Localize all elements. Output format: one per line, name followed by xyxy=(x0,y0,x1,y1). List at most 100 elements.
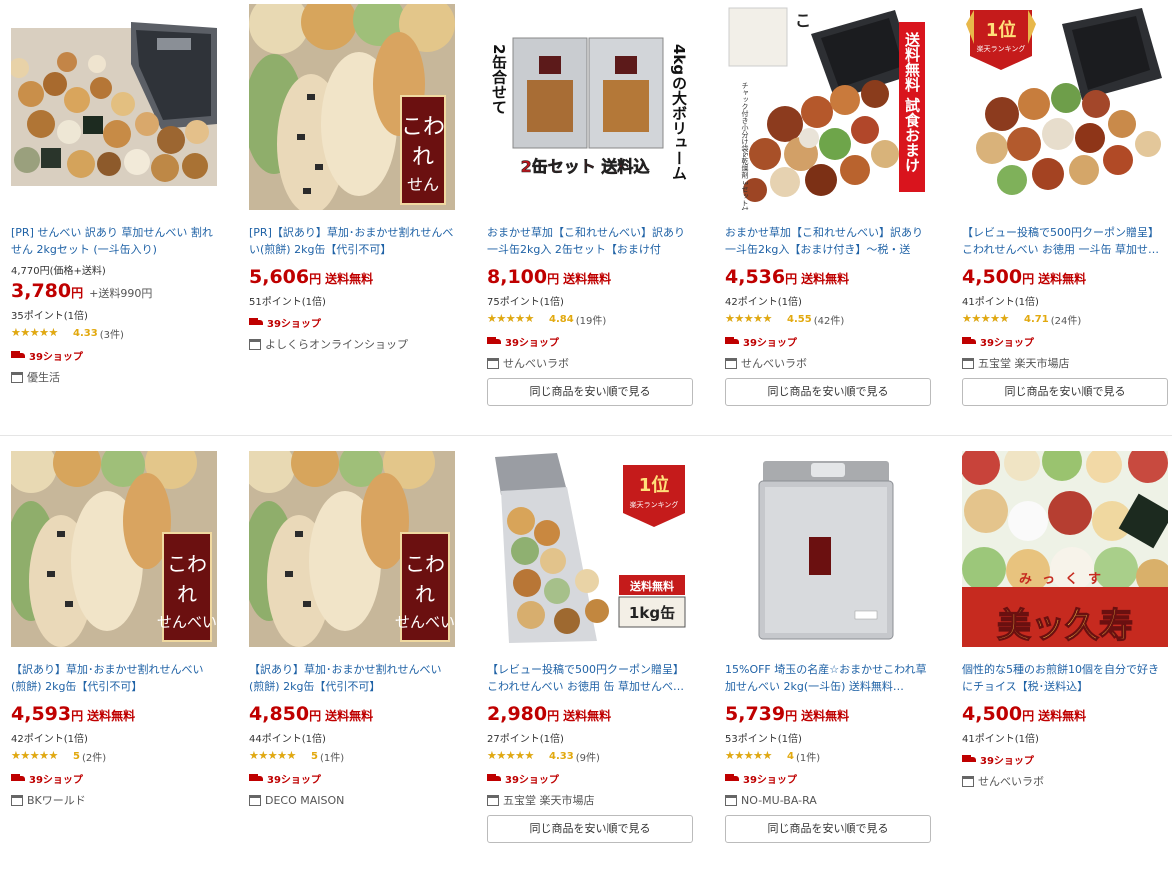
ship-label: 39ショップ xyxy=(980,755,1034,767)
price: 3,780 xyxy=(11,280,72,302)
product-image[interactable] xyxy=(725,451,931,647)
shop-39-badge: 39ショップ xyxy=(487,771,693,786)
points: 51ポイント(1倍) xyxy=(249,297,326,308)
product-title-link[interactable]: 15%OFF 埼玉の名産☆おまかせこわれ草加せんべい 2kg(一斗缶) 送料無料… xyxy=(725,661,931,695)
points: 27ポイント(1倍) xyxy=(487,734,564,745)
product-title-link[interactable]: おまかせ草加【こ和れせんべい】訳あり一斗缶2kg入【おまけ付き】～税・送料… xyxy=(725,224,931,258)
rating[interactable]: ★★★★★ ★★★★★ 5 (2件) xyxy=(11,749,217,764)
price-line: 5,739 円 送料無料 xyxy=(725,703,931,727)
shop-39-badge: 39ショップ xyxy=(11,348,217,363)
price-line: 8,100 円 送料無料 xyxy=(487,266,693,290)
product-grid: [PR] せんべい 訳あり 草加せんべい 割れせん 2kgセット (一斗缶入り)… xyxy=(0,0,1172,877)
points: 53ポイント(1倍) xyxy=(725,734,802,745)
product-image[interactable]: こわ れ せんべい xyxy=(11,451,217,647)
product-card: [PR] せんべい 訳あり 草加せんべい 割れせん 2kgセット (一斗缶入り)… xyxy=(11,0,217,384)
truck-icon xyxy=(249,317,264,327)
price-line: 4,500 円 送料無料 xyxy=(962,703,1168,727)
truck-icon xyxy=(725,773,740,783)
rating[interactable]: ★★★★★ ★★★★★ 4.71 (24件) xyxy=(962,312,1168,327)
product-image[interactable]: こわ れ せんべい xyxy=(249,451,455,647)
image-text-rank: 1位 xyxy=(639,474,670,496)
store-icon xyxy=(962,357,974,369)
price-yen: 円 xyxy=(71,709,84,723)
shop-39-badge: 39ショップ xyxy=(249,315,455,330)
rating[interactable]: ★★★★★ ★★★★★ 4.33 (9件) xyxy=(487,749,693,764)
ship-label: 39ショップ xyxy=(29,774,83,786)
shop-name: 五宝堂 楽天市場店 xyxy=(978,357,1070,370)
shop-link[interactable]: せんべいラボ xyxy=(487,356,693,370)
image-text-rank-sub: 楽天ランキング xyxy=(630,500,679,509)
product-title-link[interactable]: [PR] せんべい 訳あり 草加せんべい 割れせん 2kgセット (一斗缶入り) xyxy=(11,224,217,258)
product-title-link[interactable]: おまかせ草加【こ和れせんべい】訳あり一斗缶2kg入 2缶セット【おまけ付き】… xyxy=(487,224,693,258)
image-text-small: チャック付き小分け袋&乾燥剤 3セット付 xyxy=(741,82,749,210)
image-text-bottom: 2缶セット 送料込 xyxy=(521,157,650,176)
star-rating-icon: ★★★★★ ★★★★★ xyxy=(487,312,534,325)
shop-link[interactable]: 五宝堂 楽天市場店 xyxy=(487,793,693,807)
compare-cheapest-button[interactable]: 同じ商品を安い順で見る xyxy=(487,815,693,843)
price: 5,606 xyxy=(249,266,310,288)
image-text-main: 美ッ久寿 xyxy=(997,606,1133,646)
shop-link[interactable]: せんべいラボ xyxy=(725,356,931,370)
product-title-link[interactable]: 【レビュー投稿で500円クーポン贈呈】こわれせんべい お徳用 缶 草加せんべ… xyxy=(487,661,693,695)
product-image[interactable]: 1位 楽天ランキング xyxy=(962,4,1168,210)
star-rating-icon: ★★★★★ ★★★★★ xyxy=(487,749,534,762)
free-shipping: 送料無料 xyxy=(801,272,850,286)
compare-cheapest-button[interactable]: 同じ商品を安い順で見る xyxy=(487,378,693,406)
product-image[interactable]: 1位 楽天ランキング 送料無料 1kg缶 xyxy=(487,451,693,647)
product-image[interactable]: 美ッ久寿 みっくす xyxy=(962,451,1168,647)
star-rating-icon: ★★★★★ ★★★★★ xyxy=(962,312,1009,325)
rating-score: 5 xyxy=(73,750,80,762)
shop-link[interactable]: よしくらオンラインショップ xyxy=(249,337,455,351)
truck-icon xyxy=(487,773,502,783)
shop-link[interactable]: DECO MAISON xyxy=(249,793,455,807)
price-yen: 円 xyxy=(547,272,560,286)
shop-name: 優生活 xyxy=(27,371,60,384)
price: 4,850 xyxy=(249,703,310,725)
compare-cheapest-button[interactable]: 同じ商品を安い順で見る xyxy=(725,378,931,406)
svg-text:せんべい: せんべい xyxy=(157,613,217,631)
ship-label: 39ショップ xyxy=(505,337,559,349)
star-rating-icon: ★★★★★ ★★★★★ xyxy=(725,312,772,325)
product-image[interactable]: こわ れ せん xyxy=(249,4,455,210)
review-count: (42件) xyxy=(813,315,845,327)
shop-name: せんべいラボ xyxy=(741,357,807,370)
product-title-link[interactable]: 【訳あり】草加･おまかせ割れせんべい(煎餅) 2kg缶【代引不可】 xyxy=(249,661,455,695)
compare-cheapest-button[interactable]: 同じ商品を安い順で見る xyxy=(725,815,931,843)
product-card: 1位 楽天ランキング 【レビュー投稿で500円クーポン贈呈】こわれせんべい お徳… xyxy=(962,0,1168,406)
price-line: 5,606 円 送料無料 xyxy=(249,266,455,290)
product-title-link[interactable]: 個性的な5種のお煎餅10個を自分で好きにチョイス【税･送料込】 xyxy=(962,661,1168,695)
rating[interactable]: ★★★★★ ★★★★★ 4.55 (42件) xyxy=(725,312,931,327)
truck-icon xyxy=(249,773,264,783)
product-image[interactable]: 2缶合せて 4kgの大ボリューム 2缶セット 送料込 xyxy=(487,4,693,210)
truck-icon xyxy=(962,336,977,346)
shop-link[interactable]: 優生活 xyxy=(11,370,217,384)
price: 4,593 xyxy=(11,703,72,725)
product-image[interactable]: こ チャック付き小分け袋&乾燥剤 3セット付 送料無料 試食おまけ xyxy=(725,4,931,210)
review-count: (9件) xyxy=(575,752,600,764)
shop-link[interactable]: 五宝堂 楽天市場店 xyxy=(962,356,1168,370)
rating[interactable]: ★★★★★ ★★★★★ 4.33 (3件) xyxy=(11,326,217,341)
product-title-link[interactable]: 【レビュー投稿で500円クーポン贈呈】こわれせんべい お徳用 一斗缶 草加せ… xyxy=(962,224,1168,258)
image-text-right: 4kgの大ボリューム xyxy=(670,44,688,180)
rating[interactable]: ★★★★★ ★★★★★ 5 (1件) xyxy=(249,749,455,764)
shop-link[interactable]: NO-MU-BA-RA xyxy=(725,793,931,807)
product-title-link[interactable]: [PR]【訳あり】草加･おまかせ割れせんべい(煎餅) 2kg缶【代引不可】 xyxy=(249,224,455,258)
rating[interactable]: ★★★★★ ★★★★★ 4.84 (19件) xyxy=(487,312,693,327)
shipping-fee: +送料990円 xyxy=(89,287,153,300)
shop-link[interactable]: BKワールド xyxy=(11,793,217,807)
svg-text:こわ: こわ xyxy=(167,552,207,576)
rating-score: 4.55 xyxy=(787,313,812,325)
product-title-link[interactable]: 【訳あり】草加･おまかせ割れせんべい(煎餅) 2kg缶【代引不可】 xyxy=(11,661,217,695)
price: 2,980 xyxy=(487,703,548,725)
product-image[interactable] xyxy=(11,4,217,210)
price-line: 4,593 円 送料無料 xyxy=(11,703,217,727)
rating[interactable]: ★★★★★ ★★★★★ 4 (1件) xyxy=(725,749,931,764)
shop-link[interactable]: せんべいラボ xyxy=(962,774,1168,788)
store-icon xyxy=(11,371,23,383)
ship-label: 39ショップ xyxy=(505,774,559,786)
truck-icon xyxy=(487,336,502,346)
review-count: (19件) xyxy=(575,315,607,327)
price-line: 4,500 円 送料無料 xyxy=(962,266,1168,290)
compare-cheapest-button[interactable]: 同じ商品を安い順で見る xyxy=(962,378,1168,406)
shop-name: せんべいラボ xyxy=(978,775,1044,788)
